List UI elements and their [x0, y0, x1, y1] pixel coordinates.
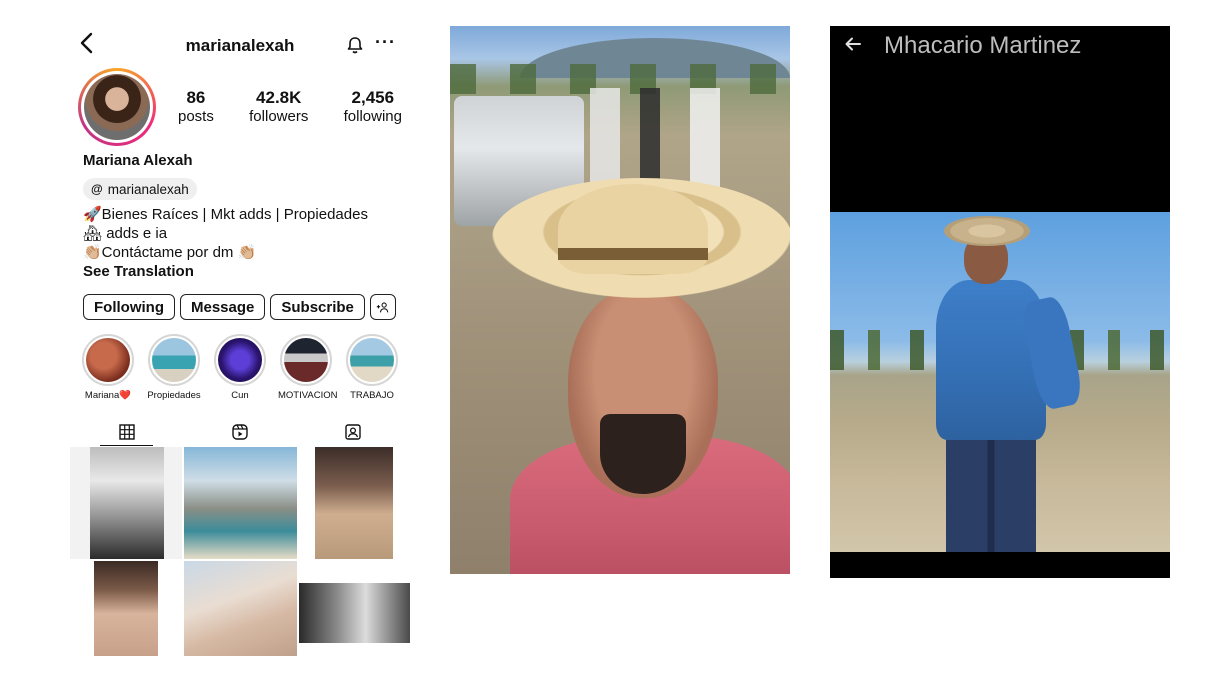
highlight-cover — [218, 338, 262, 382]
post-thumbnail[interactable] — [299, 561, 410, 656]
arrow-left-icon — [845, 37, 861, 51]
stat-value: 2,456 — [351, 88, 395, 107]
more-icon: ··· — [375, 32, 396, 52]
highlight-cover — [284, 338, 328, 382]
highlight-label: Cun — [231, 390, 249, 401]
suggested-people-button[interactable] — [369, 294, 396, 320]
highlight-ring — [148, 334, 200, 386]
media-viewer-panel: Mhacario Martinez — [830, 26, 1170, 578]
message-button[interactable]: Message — [179, 294, 266, 320]
screenshot-collage: marianalexah ··· 86 posts 42.8K follower… — [0, 0, 1226, 681]
posts-grid — [70, 447, 410, 656]
highlight-cover — [152, 338, 196, 382]
selfie-photo — [450, 26, 790, 574]
tab-reels[interactable] — [183, 418, 296, 446]
stat-label: following — [343, 108, 402, 125]
post-image — [94, 561, 158, 656]
profile-tabs — [70, 418, 410, 446]
highlight-item[interactable]: Cun — [212, 334, 268, 401]
highlight-ring — [346, 334, 398, 386]
stat-label: followers — [249, 108, 309, 125]
highlight-item[interactable]: Mariana❤️ — [80, 334, 136, 401]
tab-tagged[interactable] — [297, 418, 410, 446]
highlight-ring — [214, 334, 266, 386]
back-button[interactable] — [844, 35, 872, 57]
tab-posts[interactable] — [70, 418, 183, 446]
highlight-item[interactable]: MOTIVACION — [278, 334, 338, 401]
photo-hat — [944, 216, 1030, 246]
post-image — [315, 447, 393, 559]
threads-handle: marianalexah — [107, 181, 189, 197]
highlight-label: TRABAJO — [350, 390, 394, 401]
highlight-label: Mariana❤️ — [84, 390, 132, 401]
highlight-ring — [82, 334, 134, 386]
notifications-button[interactable] — [345, 35, 365, 55]
instagram-profile-panel: marianalexah ··· 86 posts 42.8K follower… — [70, 26, 410, 656]
more-button[interactable]: ··· — [375, 32, 396, 53]
avatar-image — [84, 74, 150, 140]
stat-followers[interactable]: 42.8K followers — [249, 88, 308, 126]
add-person-icon — [377, 301, 389, 312]
post-thumbnail[interactable] — [299, 447, 410, 559]
post-image — [90, 447, 164, 559]
viewer-image[interactable] — [830, 212, 1170, 552]
highlight-label: Propiedades — [147, 390, 201, 401]
post-thumbnail[interactable] — [184, 561, 297, 656]
photo-jeans — [946, 432, 1036, 552]
bio-line: 🚀Bienes Raíces | Mkt adds | Propiedades — [83, 206, 368, 223]
story-highlights: Mariana❤️ Propiedades Cun MOTIVACION TRA… — [80, 334, 410, 401]
see-translation-link[interactable]: See Translation — [83, 262, 403, 281]
highlight-ring — [280, 334, 332, 386]
tagged-icon — [345, 424, 362, 440]
post-thumbnail[interactable] — [70, 447, 182, 559]
viewer-title: Mhacario Martinez — [884, 32, 1082, 59]
threads-icon: @ — [91, 182, 103, 196]
reels-icon — [232, 424, 248, 440]
post-thumbnail[interactable] — [70, 561, 182, 656]
highlight-item[interactable]: TRABAJO — [344, 334, 400, 401]
post-image — [299, 583, 410, 643]
highlight-item[interactable]: Propiedades — [146, 334, 202, 401]
profile-avatar[interactable] — [78, 68, 156, 146]
stat-value: 86 — [186, 88, 206, 107]
profile-bio: 🚀Bienes Raíces | Mkt adds | Propiedades … — [83, 205, 403, 281]
bio-line: 🏘 adds e ia — [83, 225, 168, 242]
profile-actions: Following Message Subscribe — [83, 294, 396, 320]
profile-stats: 86 posts 42.8K followers 2,456 following — [178, 88, 402, 126]
profile-full-name: Mariana Alexah — [83, 152, 193, 169]
post-thumbnail[interactable] — [184, 447, 297, 559]
highlight-cover — [86, 338, 130, 382]
photo-hat-crown — [558, 184, 708, 274]
stat-following[interactable]: 2,456 following — [344, 88, 402, 126]
highlight-cover — [350, 338, 394, 382]
profile-header: marianalexah ··· — [70, 32, 410, 62]
viewer-header: Mhacario Martinez — [830, 26, 1170, 66]
stat-label: posts — [178, 108, 214, 125]
threads-link[interactable]: @ marianalexah — [83, 178, 197, 200]
following-button[interactable]: Following — [83, 294, 175, 320]
avatar-frame — [81, 71, 153, 143]
stat-value: 42.8K — [256, 88, 302, 107]
highlight-label: MOTIVACION — [278, 390, 338, 401]
photo-hat-band — [558, 248, 708, 260]
stat-posts[interactable]: 86 posts — [178, 88, 214, 126]
photo-beard — [600, 414, 686, 494]
grid-icon — [118, 424, 135, 440]
subscribe-button[interactable]: Subscribe — [270, 294, 365, 320]
bell-icon — [347, 37, 363, 54]
bio-line: 👏🏼Contáctame por dm 👏🏼 — [83, 244, 257, 261]
